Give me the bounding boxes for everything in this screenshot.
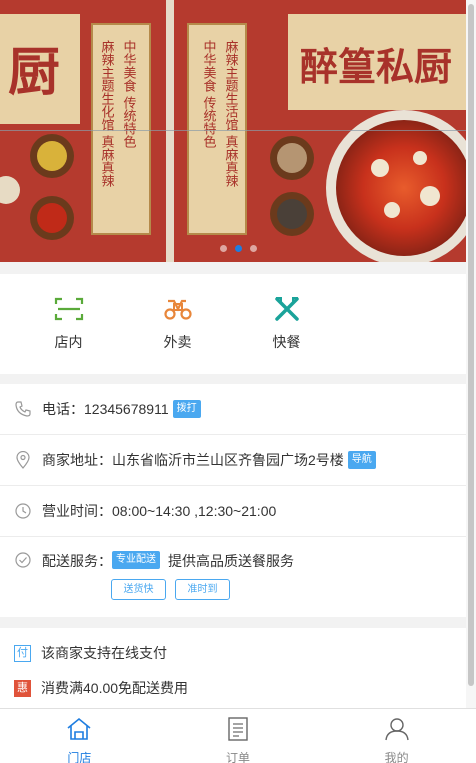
chip-on-time: 准时到 — [175, 579, 230, 600]
carousel-dot[interactable] — [249, 245, 257, 252]
clock-icon — [14, 502, 32, 520]
delivery-desc: 提供高品质送餐服务 — [168, 553, 294, 569]
scooter-icon — [163, 294, 193, 324]
phone-label: 电话： — [42, 401, 84, 417]
action-dine-in-label: 店内 — [54, 334, 83, 350]
quick-actions: 店内 外卖 快餐 — [0, 274, 466, 374]
action-dine-in[interactable]: 店内 — [14, 274, 123, 374]
address-value: 山东省临沂市兰山区齐鲁园广场2号楼 — [112, 452, 344, 468]
promo-online-pay: 付 该商家支持在线支付 — [14, 644, 466, 662]
order-icon — [227, 717, 249, 746]
right-scroll-col1: 中华美食 传统特色 — [201, 40, 217, 149]
right-scroll-col2: 麻辣主题生活馆 真麻真辣 — [223, 40, 239, 188]
store-info-card: 电话： 12345678911 拨打 商家地址： 山东省临沂市兰山区齐鲁园广场2… — [0, 384, 466, 617]
promo-free-delivery-text: 消费满40.00免配送费用 — [41, 680, 189, 696]
address-label: 商家地址： — [42, 452, 112, 468]
phone-icon — [14, 400, 32, 418]
delivery-label: 配送服务： — [42, 553, 112, 569]
delivery-chips: 送货快 准时到 — [111, 579, 230, 600]
chip-fast-delivery: 送货快 — [111, 579, 166, 600]
action-fast-food[interactable]: 快餐 — [232, 274, 341, 374]
tab-orders[interactable]: 订单 — [159, 709, 318, 763]
tab-store-label: 门店 — [67, 751, 92, 763]
tab-store[interactable]: 门店 — [0, 709, 159, 763]
address-row: 商家地址： 山东省临沂市兰山区齐鲁园广场2号楼 导航 — [0, 435, 466, 486]
carousel-dots — [0, 245, 476, 252]
store-page: 厨 中华美食 传统特色 麻辣主题生化馆 真麻真辣 醉篁私厨 中华美食 传统特色 … — [0, 0, 476, 763]
delivery-row: 配送服务： 专业配送 提供高品质送餐服务 送货快 准时到 — [0, 537, 466, 617]
call-button[interactable]: 拨打 — [172, 400, 201, 418]
hours-row: 营业时间： 08:00~14:30 ,12:30~21:00 — [0, 486, 466, 537]
bottom-tab-bar: 门店 订单 我的 — [0, 708, 476, 763]
left-scroll-col1: 中华美食 传统特色 — [121, 40, 137, 149]
tab-me[interactable]: 我的 — [317, 709, 476, 763]
tab-me-label: 我的 — [384, 751, 409, 763]
banner-image: 厨 中华美食 传统特色 麻辣主题生化馆 真麻真辣 醉篁私厨 中华美食 传统特色 … — [0, 0, 476, 262]
navigate-button[interactable]: 导航 — [347, 451, 376, 469]
promo-card: 付 该商家支持在线支付 惠 消费满40.00免配送费用 — [0, 628, 466, 708]
action-fast-food-label: 快餐 — [272, 334, 301, 350]
scan-icon — [54, 294, 84, 324]
right-sign-text: 醉篁私厨 — [300, 44, 452, 89]
fork-knife-icon — [272, 294, 302, 324]
hours-label: 营业时间： — [42, 503, 112, 519]
promo-online-pay-text: 该商家支持在线支付 — [41, 645, 167, 661]
scrollbar-thumb[interactable] — [468, 4, 474, 686]
left-sign-text: 厨 — [8, 42, 60, 103]
action-takeout[interactable]: 外卖 — [123, 274, 232, 374]
promo-free-delivery: 惠 消费满40.00免配送费用 — [14, 679, 466, 697]
hours-value: 08:00~14:30 ,12:30~21:00 — [112, 503, 277, 519]
carousel-dot[interactable] — [219, 245, 227, 252]
phone-value: 12345678911 — [84, 401, 169, 417]
location-pin-icon — [14, 451, 32, 469]
banner-carousel[interactable]: 厨 中华美食 传统特色 麻辣主题生化馆 真麻真辣 醉篁私厨 中华美食 传统特色 … — [0, 0, 476, 262]
discount-badge-icon: 惠 — [14, 679, 31, 697]
check-circle-icon — [14, 551, 32, 569]
left-scroll-col2: 麻辣主题生化馆 真麻真辣 — [99, 40, 115, 188]
phone-row: 电话： 12345678911 拨打 — [0, 384, 466, 435]
store-icon — [66, 717, 92, 746]
carousel-dot-active[interactable] — [234, 245, 242, 252]
tab-orders-label: 订单 — [226, 751, 251, 763]
pay-badge-icon: 付 — [14, 644, 31, 662]
action-takeout-label: 外卖 — [163, 334, 192, 350]
delivery-tag: 专业配送 — [112, 551, 160, 569]
user-icon — [384, 717, 410, 746]
